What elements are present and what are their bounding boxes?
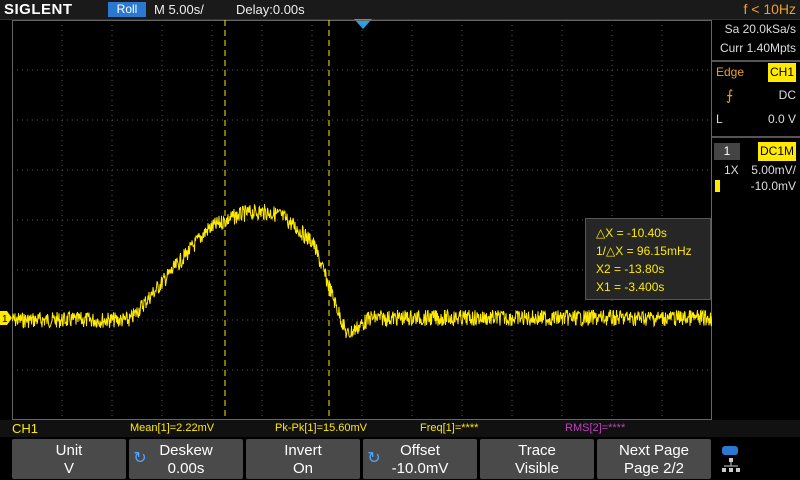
trigger-level-label: L: [716, 112, 723, 126]
delay-readout: Delay:0.00s: [236, 2, 305, 17]
softkey-offset[interactable]: ↻ Offset -10.0mV: [363, 439, 477, 479]
trigger-coupling-row[interactable]: ⨍ DC: [712, 86, 800, 105]
memory-depth-row: Curr 1.40Mpts: [712, 39, 800, 58]
softkey-unit[interactable]: Unit V: [12, 439, 126, 479]
softkey-value: Visible: [515, 460, 559, 477]
softkey-label: Invert: [284, 442, 322, 459]
trigger-level-row[interactable]: L 0.0 V: [712, 110, 800, 129]
softkey-label: Unit: [55, 442, 83, 459]
pkpk-measurement: Pk-Pk[1]=15.60mV: [275, 422, 368, 434]
softkey-label: Trace: [518, 442, 556, 459]
softkey-label: Next Page: [618, 442, 690, 459]
softkey-label: Deskew: [159, 442, 213, 459]
softkey-invert[interactable]: Invert On: [246, 439, 360, 479]
trigger-source: CH1: [767, 63, 796, 82]
channel-header-row[interactable]: 1 DC1M: [712, 142, 800, 161]
sample-rate: Sa 20.0kSa/s: [724, 22, 796, 36]
measurement-bar: CH1 Mean[1]=2.22mV Pk-Pk[1]=15.60mV Freq…: [0, 420, 800, 437]
rising-edge-icon: ⨍: [726, 87, 734, 103]
softkey-value: V: [63, 460, 74, 477]
softkey-value: 0.00s: [167, 460, 205, 477]
divider: [712, 136, 800, 138]
softkey-trace[interactable]: Trace Visible: [480, 439, 594, 479]
cursor-delta-x: △X = -10.40s: [596, 226, 667, 240]
trigger-level: 0.0 V: [767, 112, 796, 126]
timebase-readout: M 5.00s/: [154, 2, 204, 17]
cursor-x2-value: X2 = -13.80s: [596, 262, 665, 276]
ch1-ground-marker-label: 1: [2, 314, 8, 325]
vertical-offset: -10.0mV: [750, 179, 796, 193]
cursor-x1-value: X1 = -3.400s: [596, 280, 665, 294]
softkey-value: On: [292, 460, 313, 477]
ch1-ground-marker[interactable]: 1: [0, 311, 12, 325]
trigger-type-row[interactable]: Edge CH1: [712, 63, 800, 82]
channel-number: 1: [714, 143, 740, 160]
channel-coupling: DC1M: [757, 142, 796, 161]
trigger-type: Edge: [716, 65, 745, 79]
cursor-readout-panel: △X = -10.40s 1/△X = 96.15mHz X2 = -13.80…: [585, 218, 711, 300]
softkey-label: Offset: [400, 442, 440, 459]
softkey-value: Page 2/2: [623, 460, 685, 477]
softkey-next-page[interactable]: Next Page Page 2/2: [597, 439, 711, 479]
softkey-menu: Unit V ↻ Deskew 0.00s Invert On ↻ Offset…: [0, 437, 800, 480]
divider: [712, 60, 800, 62]
mean-measurement: Mean[1]=2.22mV: [130, 422, 215, 434]
softkey-deskew[interactable]: ↻ Deskew 0.00s: [129, 439, 243, 479]
cursor-inverse-delta-x: 1/△X = 96.15mHz: [596, 244, 692, 258]
acquisition-mode-badge: Roll: [108, 2, 146, 17]
freq-measurement: Freq[1]=****: [420, 422, 479, 434]
right-info-panel: Sa 20.0kSa/s Curr 1.40Mpts Edge CH1 ⨍ DC…: [712, 20, 800, 420]
active-channel-label[interactable]: CH1: [12, 420, 38, 437]
network-icon: [722, 446, 740, 472]
brand-logo: SIGLENT: [4, 1, 73, 18]
top-status-bar: SIGLENT Roll M 5.00s/ Delay:0.00s f < 10…: [0, 0, 800, 20]
sample-rate-row: Sa 20.0kSa/s: [712, 20, 800, 39]
rms-measurement: RMS[2]=****: [565, 422, 626, 434]
memory-depth: Curr 1.40Mpts: [719, 41, 796, 55]
softkey-value: -10.0mV: [391, 460, 449, 477]
channel-color-icon: [715, 180, 720, 192]
trigger-coupling: DC: [778, 88, 796, 102]
channel-offset-row[interactable]: -10.0mV: [712, 177, 800, 196]
frequency-counter: f < 10Hz: [743, 1, 796, 17]
